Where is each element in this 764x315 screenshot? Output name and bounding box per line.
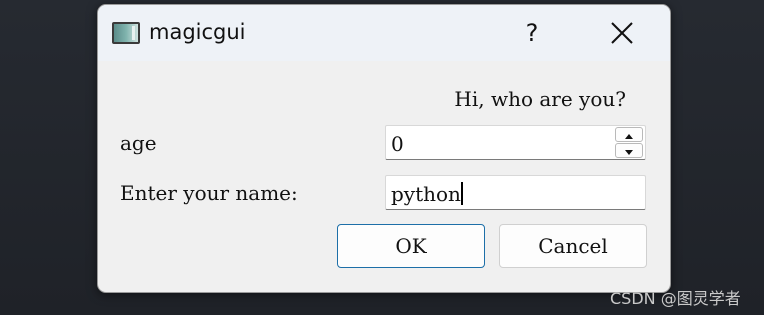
age-stepper <box>615 127 644 158</box>
help-button[interactable]: ? <box>512 15 552 51</box>
close-button[interactable] <box>598 15 646 51</box>
ok-button[interactable]: OK <box>337 224 485 268</box>
text-caret <box>460 182 463 205</box>
triangle-down-icon <box>625 150 633 155</box>
name-label: Enter your name: <box>120 181 298 205</box>
cancel-button[interactable]: Cancel <box>499 224 647 268</box>
age-spinbox[interactable]: 0 <box>385 125 646 160</box>
greeting-text: Hi, who are you? <box>454 87 626 111</box>
title-bar[interactable]: magicgui ? <box>98 5 670 61</box>
name-input[interactable]: python <box>385 175 646 210</box>
magicgui-dialog: magicgui ? Hi, who are you? age 0 Enter … <box>97 4 671 293</box>
window-app-icon <box>112 22 140 44</box>
spin-down-button[interactable] <box>615 143 643 158</box>
close-icon <box>611 22 633 44</box>
triangle-up-icon <box>625 134 633 139</box>
window-title: magicgui <box>149 20 246 44</box>
spin-up-button[interactable] <box>615 127 643 142</box>
desktop-background: magicgui ? Hi, who are you? age 0 Enter … <box>0 0 764 315</box>
age-label: age <box>120 131 157 155</box>
age-value: 0 <box>391 132 404 156</box>
name-input-content: python <box>391 182 463 206</box>
name-value: python <box>391 182 461 206</box>
watermark-text: CSDN @图灵学者 <box>610 289 741 308</box>
